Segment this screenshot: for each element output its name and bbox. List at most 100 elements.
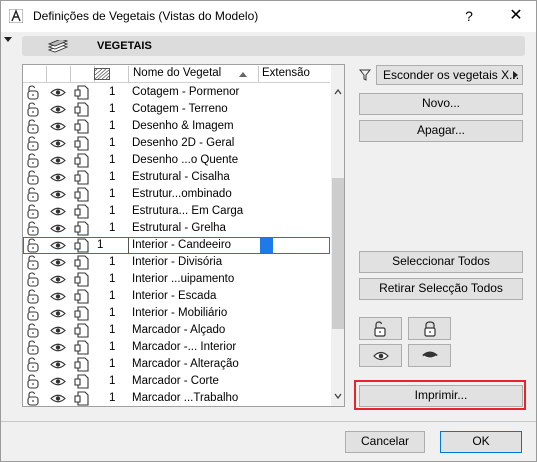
unlock-button[interactable]: [359, 317, 402, 340]
visibility-toggle-icon[interactable]: [50, 357, 66, 372]
wireframe-toggle-icon[interactable]: [74, 119, 90, 134]
wireframe-toggle-icon[interactable]: [74, 391, 90, 406]
table-row[interactable]: 1 Marcador - Corte: [23, 373, 330, 390]
hide-button[interactable]: [408, 344, 451, 367]
wireframe-toggle-icon[interactable]: [74, 204, 90, 219]
table-row[interactable]: 1 Estrutura... Em Carga: [23, 203, 330, 220]
scroll-down-icon[interactable]: [334, 393, 342, 399]
wireframe-toggle-icon[interactable]: [74, 221, 90, 236]
pen-hatch-icon[interactable]: [94, 68, 110, 80]
lock-toggle-icon[interactable]: [26, 153, 42, 168]
filter-dropdown[interactable]: Esconder os vegetais X...: [376, 65, 523, 85]
visibility-toggle-icon[interactable]: [50, 153, 66, 168]
wireframe-toggle-icon[interactable]: [74, 170, 90, 185]
wireframe-toggle-icon[interactable]: [74, 255, 90, 270]
table-row[interactable]: 1 Interior - Mobiliário: [23, 305, 330, 322]
deselect-all-button[interactable]: Retirar Selecção Todos: [359, 278, 523, 300]
lock-toggle-icon[interactable]: [26, 85, 42, 100]
help-button[interactable]: ?: [456, 3, 482, 29]
lock-toggle-icon[interactable]: [26, 187, 42, 202]
visibility-toggle-icon[interactable]: [50, 306, 66, 321]
lock-toggle-icon[interactable]: [26, 255, 42, 270]
select-all-button[interactable]: Seleccionar Todos: [359, 251, 523, 273]
wireframe-toggle-icon[interactable]: [74, 357, 90, 372]
wireframe-toggle-icon[interactable]: [74, 102, 90, 117]
table-row[interactable]: 1 Marcador - Alteração: [23, 356, 330, 373]
wireframe-toggle-icon[interactable]: [74, 85, 90, 100]
layer-list[interactable]: Nome do Vegetal Extensão 1 Cotagem - Porm…: [22, 64, 345, 407]
lock-toggle-icon[interactable]: [26, 238, 42, 253]
delete-button[interactable]: Apagar...: [359, 120, 523, 142]
visibility-toggle-icon[interactable]: [50, 340, 66, 355]
table-row[interactable]: 1 Desenho & Imagem: [23, 118, 330, 135]
table-row[interactable]: 1 Cotagem - Terreno: [23, 101, 330, 118]
table-row[interactable]: 1 Estrutural - Cisalha: [23, 169, 330, 186]
ok-button[interactable]: OK: [440, 431, 522, 453]
lock-toggle-icon[interactable]: [26, 170, 42, 185]
lock-toggle-icon[interactable]: [26, 289, 42, 304]
collapse-arrow-icon[interactable]: [4, 37, 12, 42]
print-button[interactable]: Imprimir...: [359, 385, 523, 407]
list-scrollbar[interactable]: [331, 65, 344, 406]
wireframe-toggle-icon[interactable]: [74, 136, 90, 151]
column-header-extension[interactable]: Extensão: [262, 67, 310, 79]
wireframe-toggle-icon[interactable]: [74, 340, 90, 355]
wireframe-toggle-icon[interactable]: [74, 272, 90, 287]
extension-field[interactable]: [260, 238, 273, 253]
visibility-toggle-icon[interactable]: [50, 136, 66, 151]
table-row[interactable]: 1 Desenho 2D - Geral: [23, 135, 330, 152]
lock-toggle-icon[interactable]: [26, 204, 42, 219]
lock-toggle-icon[interactable]: [26, 374, 42, 389]
visibility-toggle-icon[interactable]: [50, 85, 66, 100]
scroll-up-icon[interactable]: [334, 89, 342, 95]
lock-toggle-icon[interactable]: [26, 306, 42, 321]
visibility-toggle-icon[interactable]: [50, 272, 66, 287]
lock-toggle-icon[interactable]: [26, 221, 42, 236]
wireframe-toggle-icon[interactable]: [74, 289, 90, 304]
visibility-toggle-icon[interactable]: [50, 119, 66, 134]
table-row[interactable]: 1 Desenho ...o Quente: [23, 152, 330, 169]
visibility-toggle-icon[interactable]: [50, 102, 66, 117]
wireframe-toggle-icon[interactable]: [74, 238, 90, 253]
lock-toggle-icon[interactable]: [26, 136, 42, 151]
column-header-name[interactable]: Nome do Vegetal: [133, 67, 221, 79]
scrollbar-thumb[interactable]: [332, 178, 344, 329]
table-row[interactable]: 1 Interior ...uipamento: [23, 271, 330, 288]
visibility-toggle-icon[interactable]: [50, 323, 66, 338]
wireframe-toggle-icon[interactable]: [74, 374, 90, 389]
visibility-toggle-icon[interactable]: [50, 204, 66, 219]
show-button[interactable]: [359, 344, 402, 367]
table-row[interactable]: 1 Estrutur...ombinado: [23, 186, 330, 203]
lock-toggle-icon[interactable]: [26, 340, 42, 355]
visibility-toggle-icon[interactable]: [50, 391, 66, 406]
layer-name-edit-field[interactable]: Interior - Candeeiro: [128, 237, 259, 254]
table-row[interactable]: 1 Interior - Escada: [23, 288, 330, 305]
lock-toggle-icon[interactable]: [26, 323, 42, 338]
visibility-toggle-icon[interactable]: [50, 374, 66, 389]
wireframe-toggle-icon[interactable]: [74, 153, 90, 168]
lock-toggle-icon[interactable]: [26, 357, 42, 372]
table-row[interactable]: 1 Marcador ...Trabalho: [23, 390, 330, 406]
lock-toggle-icon[interactable]: [26, 391, 42, 406]
wireframe-toggle-icon[interactable]: [74, 306, 90, 321]
lock-toggle-icon[interactable]: [26, 102, 42, 117]
table-row[interactable]: 1 Cotagem - Pormenor: [23, 84, 330, 101]
wireframe-toggle-icon[interactable]: [74, 323, 90, 338]
visibility-toggle-icon[interactable]: [50, 255, 66, 270]
lock-button[interactable]: [408, 317, 451, 340]
table-row[interactable]: 1 Marcador -... Interior: [23, 339, 330, 356]
lock-toggle-icon[interactable]: [26, 272, 42, 287]
visibility-toggle-icon[interactable]: [50, 187, 66, 202]
new-button[interactable]: Novo...: [359, 93, 523, 115]
table-row[interactable]: 1 Estrutural - Grelha: [23, 220, 330, 237]
table-row[interactable]: 1 Interior - Divisória: [23, 254, 330, 271]
visibility-toggle-icon[interactable]: [50, 170, 66, 185]
close-button[interactable]: ✕: [501, 3, 531, 29]
visibility-toggle-icon[interactable]: [50, 289, 66, 304]
wireframe-toggle-icon[interactable]: [74, 187, 90, 202]
visibility-toggle-icon[interactable]: [50, 238, 66, 253]
table-row[interactable]: 1 Marcador - Alçado: [23, 322, 330, 339]
visibility-toggle-icon[interactable]: [50, 221, 66, 236]
cancel-button[interactable]: Cancelar: [345, 431, 425, 453]
lock-toggle-icon[interactable]: [26, 119, 42, 134]
